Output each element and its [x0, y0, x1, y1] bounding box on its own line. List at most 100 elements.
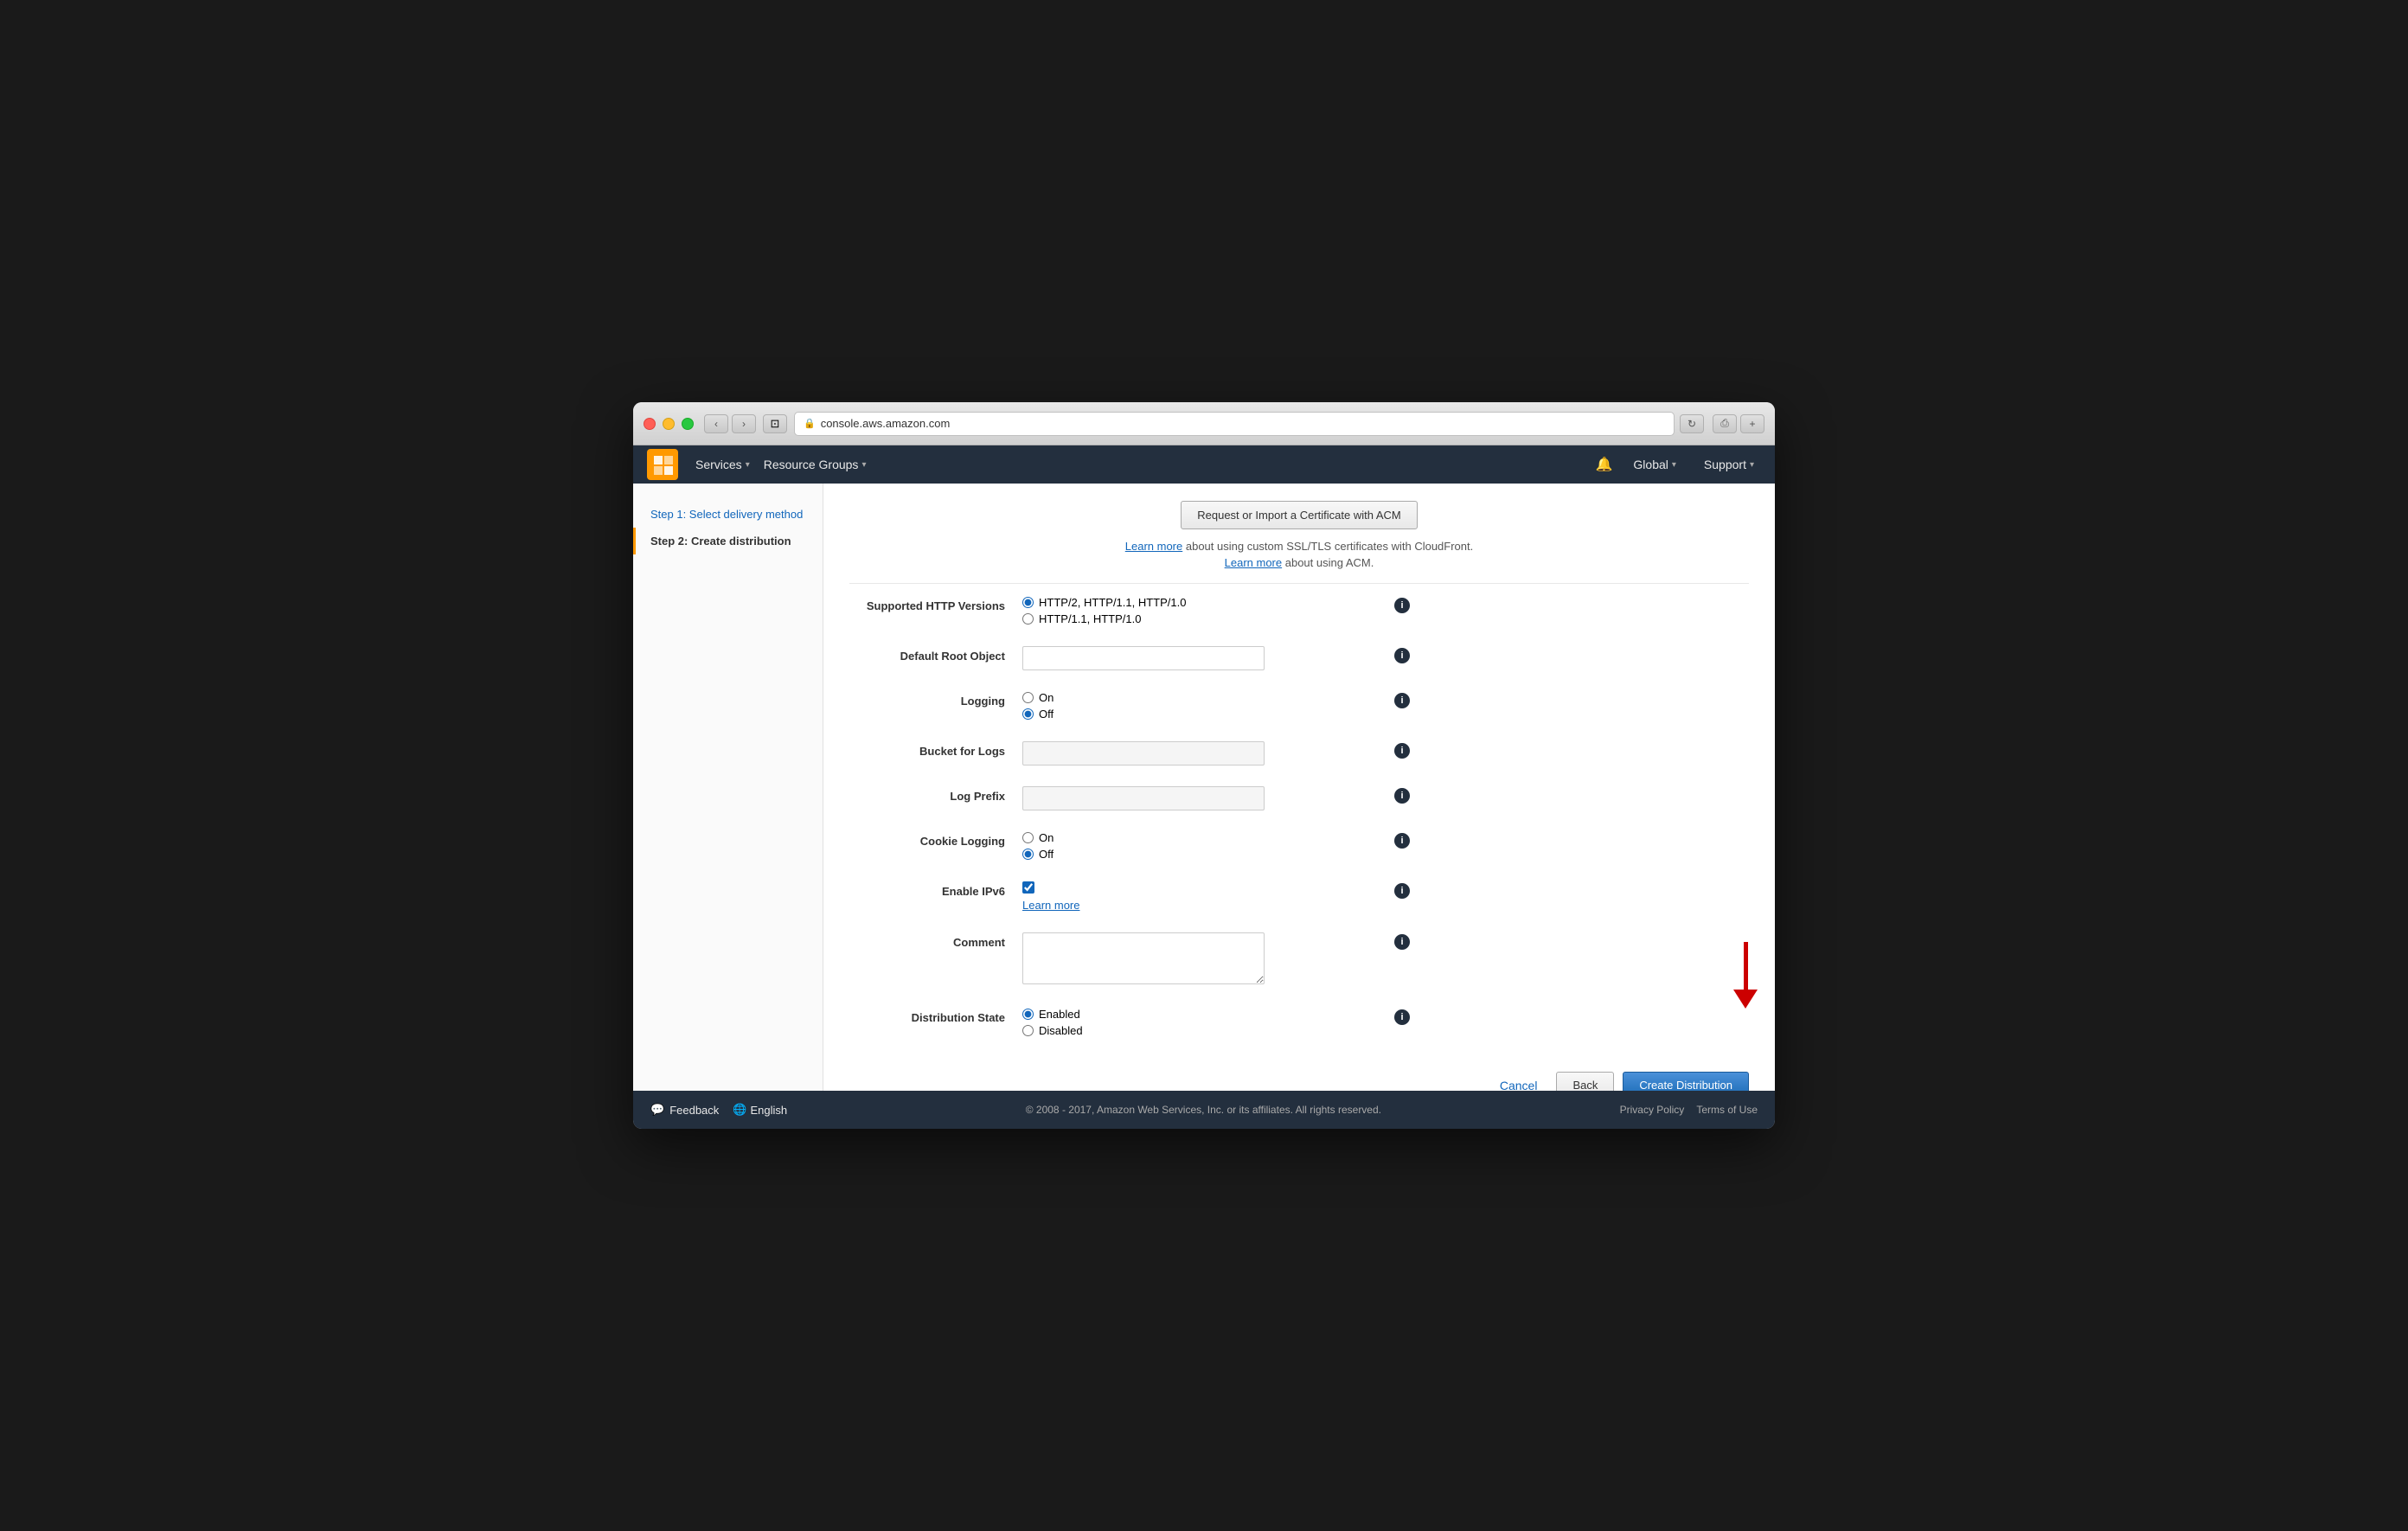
fullscreen-button[interactable]	[682, 418, 694, 430]
bucket-logs-info: i	[1386, 741, 1412, 759]
default-root-info: i	[1386, 646, 1412, 663]
services-nav-item[interactable]: Services ▾	[688, 458, 757, 471]
comment-control	[1022, 932, 1386, 987]
content-wrapper: Request or Import a Certificate with ACM…	[823, 484, 1775, 1091]
privacy-policy-link[interactable]: Privacy Policy	[1620, 1104, 1685, 1116]
log-prefix-info: i	[1386, 786, 1412, 804]
bell-icon[interactable]: 🔔	[1596, 456, 1613, 473]
nav-right: 🔔 Global ▾ Support ▾	[1596, 456, 1762, 473]
footer-left: 💬 Feedback 🌐 English	[650, 1103, 787, 1117]
default-root-control	[1022, 646, 1386, 670]
copyright-text: © 2008 - 2017, Amazon Web Services, Inc.…	[804, 1104, 1603, 1116]
traffic-lights	[644, 418, 694, 430]
cookie-logging-info: i	[1386, 831, 1412, 849]
comment-textarea[interactable]	[1022, 932, 1265, 984]
url-bar[interactable]: 🔒 console.aws.amazon.com	[794, 412, 1675, 436]
feedback-button[interactable]: 💬 Feedback	[650, 1103, 719, 1117]
distribution-state-info: i	[1386, 1008, 1412, 1025]
default-root-info-icon[interactable]: i	[1394, 648, 1410, 663]
ipv6-info: i	[1386, 881, 1412, 899]
bucket-logs-input[interactable]	[1022, 741, 1265, 766]
back-button[interactable]: Back	[1556, 1072, 1614, 1091]
logging-label: Logging	[849, 691, 1022, 708]
default-root-label: Default Root Object	[849, 646, 1022, 663]
sidebar: Step 1: Select delivery method Step 2: C…	[633, 484, 823, 1091]
distribution-state-disabled-option[interactable]: Disabled	[1022, 1024, 1386, 1037]
default-root-row: Default Root Object i	[849, 643, 1749, 670]
distribution-state-label: Distribution State	[849, 1008, 1022, 1024]
learn-more-ssl-link[interactable]: Learn more	[1125, 540, 1182, 553]
http-versions-row: Supported HTTP Versions HTTP/2, HTTP/1.1…	[849, 593, 1749, 625]
sidebar-item-step1[interactable]: Step 1: Select delivery method	[633, 501, 823, 528]
cookie-logging-on-radio[interactable]	[1022, 832, 1034, 843]
global-nav-item[interactable]: Global ▾	[1626, 458, 1683, 471]
http-versions-radio1[interactable]	[1022, 597, 1034, 608]
logging-on-radio[interactable]	[1022, 692, 1034, 703]
logging-off-radio[interactable]	[1022, 708, 1034, 720]
http-versions-option2[interactable]: HTTP/1.1, HTTP/1.0	[1022, 612, 1386, 625]
resource-groups-nav-item[interactable]: Resource Groups ▾	[757, 458, 874, 471]
window-mode-button[interactable]: ⊡	[763, 414, 787, 433]
ipv6-checkbox[interactable]	[1022, 881, 1034, 894]
http-versions-info: i	[1386, 596, 1412, 613]
share-button[interactable]: ⎙	[1713, 414, 1737, 433]
reload-button[interactable]: ↻	[1680, 414, 1704, 433]
footer-right: Privacy Policy Terms of Use	[1620, 1104, 1758, 1116]
http-versions-info-icon[interactable]: i	[1394, 598, 1410, 613]
distribution-state-radio-group: Enabled Disabled	[1022, 1008, 1386, 1037]
distribution-state-disabled-radio[interactable]	[1022, 1025, 1034, 1036]
global-dropdown-arrow: ▾	[1672, 460, 1676, 470]
cookie-logging-on-option[interactable]: On	[1022, 831, 1386, 844]
cancel-button[interactable]: Cancel	[1489, 1073, 1548, 1092]
language-selector[interactable]: 🌐 English	[733, 1103, 787, 1117]
log-prefix-row: Log Prefix i	[849, 783, 1749, 810]
learn-more-acm-link[interactable]: Learn more	[1225, 556, 1282, 569]
support-nav-item[interactable]: Support ▾	[1697, 458, 1761, 471]
support-label: Support	[1704, 458, 1746, 471]
forward-nav-button[interactable]: ›	[732, 414, 756, 433]
title-bar-actions: ⎙ +	[1713, 414, 1764, 433]
new-tab-button[interactable]: +	[1740, 414, 1764, 433]
distribution-state-enabled-radio[interactable]	[1022, 1009, 1034, 1020]
global-label: Global	[1633, 458, 1668, 471]
comment-label: Comment	[849, 932, 1022, 949]
logging-off-option[interactable]: Off	[1022, 708, 1386, 721]
distribution-state-info-icon[interactable]: i	[1394, 1009, 1410, 1025]
log-prefix-input[interactable]	[1022, 786, 1265, 810]
feedback-label: Feedback	[669, 1104, 719, 1117]
aws-navbar: Services ▾ Resource Groups ▾ 🔔 Global ▾ …	[633, 445, 1775, 484]
sidebar-item-step2[interactable]: Step 2: Create distribution	[633, 528, 823, 554]
ipv6-control: Learn more	[1022, 881, 1386, 912]
logging-on-option[interactable]: On	[1022, 691, 1386, 704]
http-versions-radio2[interactable]	[1022, 613, 1034, 625]
content-area: Request or Import a Certificate with ACM…	[823, 484, 1775, 1091]
comment-info-icon[interactable]: i	[1394, 934, 1410, 950]
cookie-logging-control: On Off	[1022, 831, 1386, 861]
http-versions-option1[interactable]: HTTP/2, HTTP/1.1, HTTP/1.0	[1022, 596, 1386, 609]
logging-info-icon[interactable]: i	[1394, 693, 1410, 708]
distribution-state-enabled-option[interactable]: Enabled	[1022, 1008, 1386, 1021]
log-prefix-control	[1022, 786, 1386, 810]
feedback-icon: 💬	[650, 1103, 664, 1117]
cookie-logging-off-option[interactable]: Off	[1022, 848, 1386, 861]
main-area: Step 1: Select delivery method Step 2: C…	[633, 484, 1775, 1091]
create-distribution-button[interactable]: Create Distribution	[1623, 1072, 1749, 1091]
log-prefix-info-icon[interactable]: i	[1394, 788, 1410, 804]
support-dropdown-arrow: ▾	[1750, 460, 1754, 470]
nav-buttons: ‹ ›	[704, 414, 756, 433]
request-cert-button[interactable]: Request or Import a Certificate with ACM	[1181, 501, 1418, 529]
ipv6-info-icon[interactable]: i	[1394, 883, 1410, 899]
close-button[interactable]	[644, 418, 656, 430]
cookie-logging-off-radio[interactable]	[1022, 849, 1034, 860]
default-root-input[interactable]	[1022, 646, 1265, 670]
bucket-logs-row: Bucket for Logs i	[849, 738, 1749, 766]
ipv6-learn-more-link[interactable]: Learn more	[1022, 899, 1386, 912]
cookie-logging-info-icon[interactable]: i	[1394, 833, 1410, 849]
terms-of-use-link[interactable]: Terms of Use	[1696, 1104, 1758, 1116]
cookie-logging-label: Cookie Logging	[849, 831, 1022, 848]
globe-icon: 🌐	[733, 1103, 746, 1117]
bucket-logs-info-icon[interactable]: i	[1394, 743, 1410, 759]
learn-more-acm-text: Learn more about using ACM.	[849, 556, 1749, 569]
minimize-button[interactable]	[663, 418, 675, 430]
back-nav-button[interactable]: ‹	[704, 414, 728, 433]
